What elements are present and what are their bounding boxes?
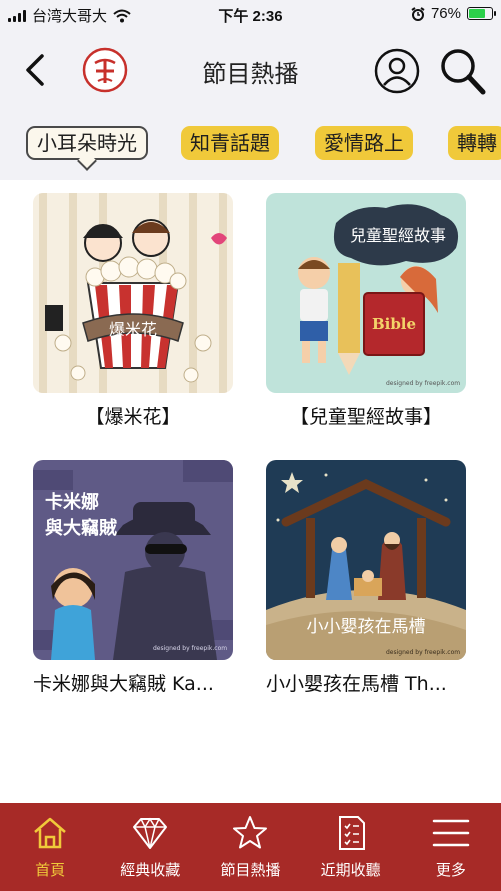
app-header: 節目熱播: [0, 28, 501, 113]
program-cover: 爆米花: [33, 193, 233, 393]
program-title: 【爆米花】: [85, 406, 181, 428]
program-title: 小小嬰孩在馬槽 Th...: [266, 673, 447, 695]
nav-home[interactable]: 首頁: [0, 803, 100, 891]
cover-bible-text: Bible: [372, 315, 416, 333]
nav-label: 近期收聽: [320, 861, 381, 879]
tab-label: 知青話題: [190, 131, 270, 155]
cover-art-text: 爆米花: [109, 320, 157, 339]
battery-icon: [467, 7, 496, 20]
diamond-icon: [133, 817, 168, 849]
program-card-popcorn[interactable]: 爆米花 【爆米花】: [33, 193, 233, 429]
tab-little-ears-time[interactable]: 小耳朵時光: [26, 126, 148, 171]
tab-youth-topics[interactable]: 知青話題: [181, 126, 279, 160]
bottom-navigation: 首頁 經典收藏 節目熱播 近期收聽 更多: [0, 803, 501, 891]
cover-art-text: 小小嬰孩在馬槽: [307, 617, 426, 637]
list-icon: [338, 816, 365, 850]
program-cover: 卡米娜 與大竊賊 designed by freepik.com: [33, 460, 233, 660]
alarm-icon: [411, 6, 425, 21]
back-button[interactable]: [18, 48, 54, 92]
tab-label: 愛情路上: [324, 131, 404, 155]
program-cover: 兒童聖經故事 Bible designed by freepik.com: [266, 193, 466, 393]
program-title: 【兒童聖經故事】: [289, 406, 442, 428]
nav-label: 經典收藏: [120, 861, 181, 879]
home-icon: [34, 817, 66, 849]
tab-turn[interactable]: 轉轉: [448, 126, 501, 160]
program-title: 卡米娜與大竊賊 Ka...: [33, 673, 214, 695]
app-logo: [82, 47, 128, 93]
tab-label: 轉轉: [457, 131, 497, 155]
nav-recently-played[interactable]: 近期收聽: [301, 803, 401, 891]
program-card-bible-stories[interactable]: 兒童聖經故事 Bible designed by freepik.com 【兒童…: [266, 193, 466, 429]
cover-credit: designed by freepik.com: [386, 649, 460, 656]
cover-credit: designed by freepik.com: [386, 380, 460, 387]
nav-label: 首頁: [35, 861, 66, 879]
nav-label: 更多: [435, 861, 466, 879]
nav-classic-collection[interactable]: 經典收藏: [100, 803, 200, 891]
search-button[interactable]: [438, 46, 486, 96]
user-profile-button[interactable]: [374, 48, 420, 94]
cover-art-text: 兒童聖經故事: [350, 226, 446, 245]
star-icon: [233, 816, 268, 849]
nav-label: 節目熱播: [220, 861, 281, 879]
program-cover: 小小嬰孩在馬槽 designed by freepik.com: [266, 460, 466, 660]
category-tabs: 小耳朵時光 知青話題 愛情路上 轉轉: [0, 113, 501, 180]
program-card-kamina[interactable]: 卡米娜 與大竊賊 designed by freepik.com 卡米娜與大竊賊…: [33, 460, 233, 696]
nav-hot-programs[interactable]: 節目熱播: [200, 803, 300, 891]
cover-art-text-2: 與大竊賊: [45, 517, 117, 539]
battery-percent: 76%: [430, 5, 461, 22]
cover-credit: designed by freepik.com: [153, 645, 227, 652]
tab-love-road[interactable]: 愛情路上: [315, 126, 413, 160]
nav-more[interactable]: 更多: [401, 803, 501, 891]
status-bar: 台湾大哥大 下午 2:36 76%: [0, 0, 501, 28]
cover-art-text: 卡米娜: [45, 491, 99, 513]
page-title: 節目熱播: [202, 60, 299, 88]
menu-icon: [432, 819, 470, 847]
program-card-manger[interactable]: 小小嬰孩在馬槽 designed by freepik.com 小小嬰孩在馬槽 …: [266, 460, 466, 696]
